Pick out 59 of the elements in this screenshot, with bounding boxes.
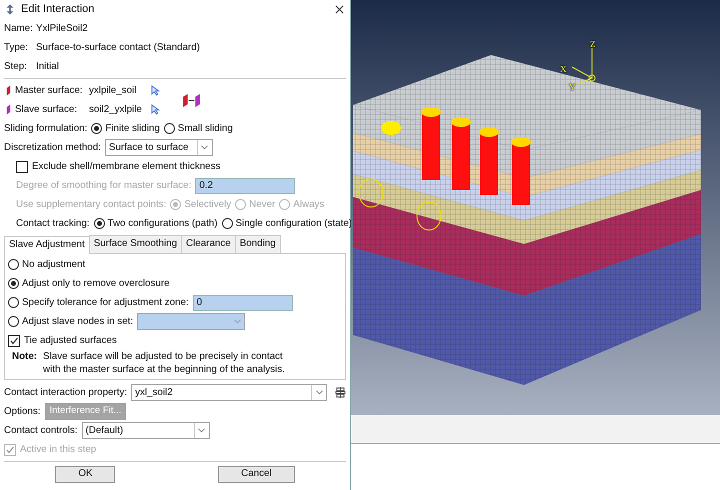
radio-button[interactable]: Small sliding (164, 123, 233, 134)
note-label: Note: (12, 351, 38, 364)
tab[interactable]: Slave Adjustment (4, 236, 90, 254)
surface-value: soil2_yxlpile (89, 104, 143, 115)
input-field[interactable]: 0 (192, 294, 293, 310)
dialog-button[interactable]: OK (55, 466, 116, 483)
tab[interactable]: Bonding (234, 235, 281, 253)
dropdown[interactable]: yxl_soil2 (131, 384, 328, 401)
checkbox[interactable]: Tie adjusted surfaces (8, 334, 117, 346)
window-title: Edit Interaction (21, 3, 96, 15)
field-label: Contact controls: (4, 425, 78, 436)
surface-label: Master surface: (15, 85, 84, 96)
axis-label: X (560, 64, 566, 74)
field-label: Contact tracking: (16, 218, 90, 229)
property-manager-icon[interactable] (335, 387, 346, 398)
field-label: Sliding formulation: (4, 123, 88, 134)
dropdown[interactable]: Surface to surface (104, 139, 213, 156)
field-label: Options: (4, 406, 40, 417)
surface-icon (6, 104, 11, 115)
radio-button[interactable]: Finite sliding (91, 123, 160, 134)
app-icon (4, 4, 16, 14)
checkmark-icon (9, 336, 19, 346)
cursor-arrow-icon[interactable] (151, 85, 160, 96)
dropdown[interactable]: (Default) (82, 422, 210, 439)
dialog-button[interactable]: Cancel (218, 466, 295, 483)
field-label: Use supplementary contact points: (16, 199, 166, 210)
caret-icon (198, 428, 206, 433)
surface-value: yxlpile_soil (89, 85, 138, 96)
field-label: Contact interaction property: (4, 387, 128, 398)
field-value: Initial (36, 61, 59, 72)
field-value: YxlPileSoil2 (36, 23, 88, 34)
surface-icon (6, 85, 11, 96)
note-text: Slave surface will be adjusted to be precisely in contact (43, 351, 284, 364)
checkmark-icon (5, 444, 15, 454)
note-text: with the master surface at the beginning of the analysis. (43, 364, 285, 376)
close-icon[interactable] (335, 4, 344, 14)
caret-icon (316, 390, 323, 395)
surface-label: Slave surface: (15, 104, 78, 115)
field-label: Step: (4, 61, 28, 72)
axis-label: Y (569, 82, 576, 92)
caret-icon (201, 145, 208, 150)
field-label: Discretization method: (4, 142, 101, 153)
swap-surfaces-icon[interactable] (182, 92, 201, 108)
field-label: Degree of smoothing for master surface: (16, 180, 192, 191)
checkbox[interactable]: Exclude shell/membrane element thickness (16, 160, 220, 172)
radio-button[interactable]: Adjust slave nodes in set: (8, 316, 134, 327)
caret-icon (234, 319, 241, 324)
radio-button[interactable]: Two configurations (path) (94, 218, 218, 229)
radio-button[interactable]: Single configuration (state) (222, 218, 352, 229)
radio-button[interactable]: Adjust only to remove overclosure (8, 278, 170, 289)
radio-button[interactable]: Specify tolerance for adjustment zone: (8, 297, 189, 308)
radio-button[interactable]: No adjustment (8, 259, 86, 270)
tab[interactable]: Surface Smoothing (88, 235, 182, 253)
field-label: Type: (4, 42, 29, 53)
axis-label: Z (590, 39, 596, 49)
tab[interactable]: Clearance (181, 235, 236, 253)
field-label: Name: (4, 23, 32, 34)
field-value: Surface-to-surface contact (Standard) (36, 42, 200, 53)
cursor-arrow-icon[interactable] (151, 104, 160, 115)
